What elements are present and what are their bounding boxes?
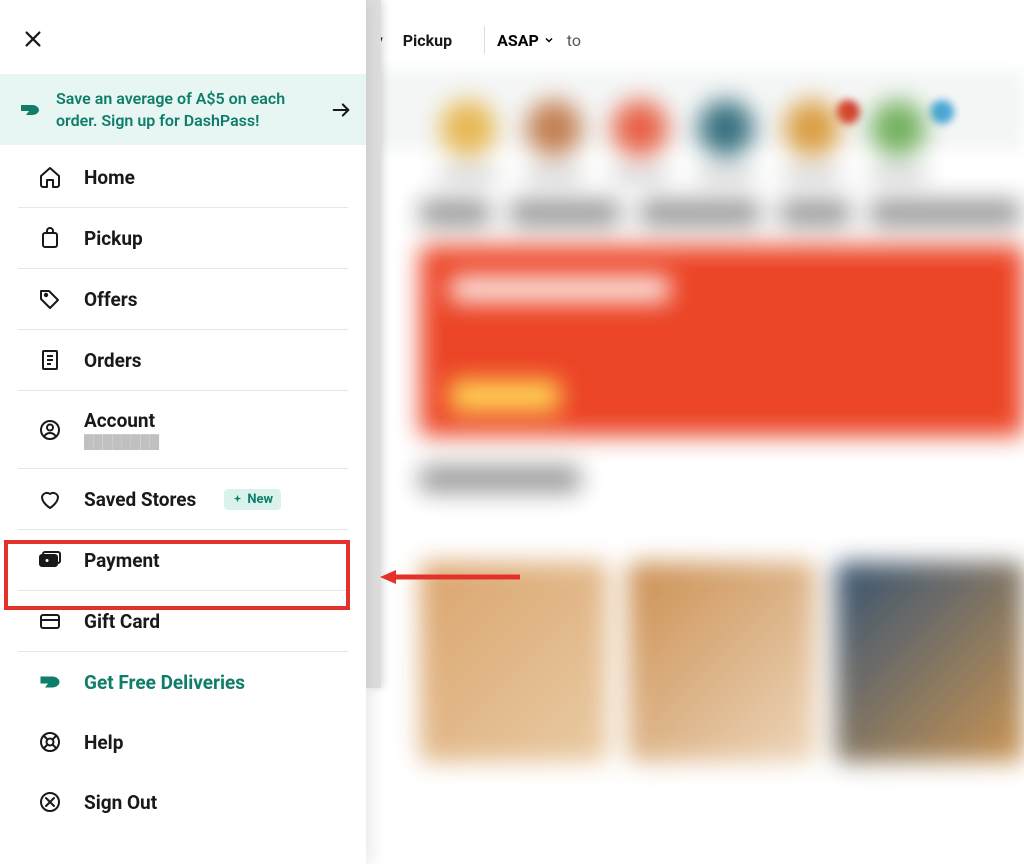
help-icon	[38, 730, 62, 754]
scroll-track[interactable]	[365, 0, 381, 688]
dashpass-icon	[38, 670, 62, 694]
divider	[484, 26, 485, 54]
chevron-down-icon	[543, 34, 555, 46]
badge-label: New	[247, 492, 273, 507]
sidebar-item-help[interactable]: Help	[18, 712, 348, 772]
card-icon	[38, 609, 62, 633]
bag-icon	[38, 226, 62, 250]
sidebar-item-label: Gift Card	[84, 610, 160, 633]
close-icon[interactable]	[22, 28, 44, 50]
sidebar-item-label: Payment	[84, 549, 160, 572]
sidebar-item-label: Account	[84, 409, 159, 432]
sidebar-item-label: Help	[84, 731, 123, 754]
sidebar-item-label: Sign Out	[84, 791, 157, 814]
dashpass-promo[interactable]: Save an average of A$5 on each order. Si…	[0, 74, 366, 145]
sidebar-item-home[interactable]: Home	[18, 147, 348, 208]
time-label: ASAP	[497, 31, 539, 50]
receipt-icon	[38, 348, 62, 372]
sidebar-item-sign-out[interactable]: Sign Out	[18, 772, 348, 832]
heart-icon	[38, 487, 62, 511]
sidebar-item-payment[interactable]: Payment	[18, 530, 348, 591]
sign-out-icon	[38, 790, 62, 814]
user-icon	[38, 418, 62, 442]
sidebar-item-label: Saved Stores	[84, 488, 196, 511]
tag-icon	[38, 287, 62, 311]
pickup-tab[interactable]: Pickup	[403, 31, 452, 50]
time-selector[interactable]: ASAP	[497, 31, 555, 50]
sidebar-item-label: Orders	[84, 349, 142, 372]
sparkle-icon	[232, 494, 243, 505]
to-label: to	[567, 31, 581, 50]
sidebar-item-account[interactable]: Account ████████	[18, 391, 348, 469]
sidebar-item-pickup[interactable]: Pickup	[18, 208, 348, 269]
sidebar-item-label: Get Free Deliveries	[84, 671, 245, 694]
account-subtext-redacted: ████████	[84, 434, 159, 450]
arrow-right-icon	[330, 99, 352, 121]
sidebar-item-orders[interactable]: Orders	[18, 330, 348, 391]
promo-text: Save an average of A$5 on each order. Si…	[56, 88, 316, 131]
sidebar-item-label: Pickup	[84, 227, 143, 250]
dashpass-icon	[18, 98, 42, 122]
sidebar-item-free-deliveries[interactable]: Get Free Deliveries	[18, 652, 348, 712]
menu-list: Home Pickup Offers Orders Accou	[0, 147, 366, 832]
sidebar-item-label: Offers	[84, 288, 137, 311]
sidebar-menu: Save an average of A$5 on each order. Si…	[0, 0, 366, 864]
new-badge: New	[224, 489, 281, 510]
sidebar-item-gift-card[interactable]: Gift Card	[18, 591, 348, 652]
blurred-content	[380, 70, 1024, 864]
sidebar-item-label: Home	[84, 166, 135, 189]
sidebar-item-saved-stores[interactable]: Saved Stores New	[18, 469, 348, 530]
sidebar-item-offers[interactable]: Offers	[18, 269, 348, 330]
payment-icon	[38, 548, 62, 572]
home-icon	[38, 165, 62, 189]
